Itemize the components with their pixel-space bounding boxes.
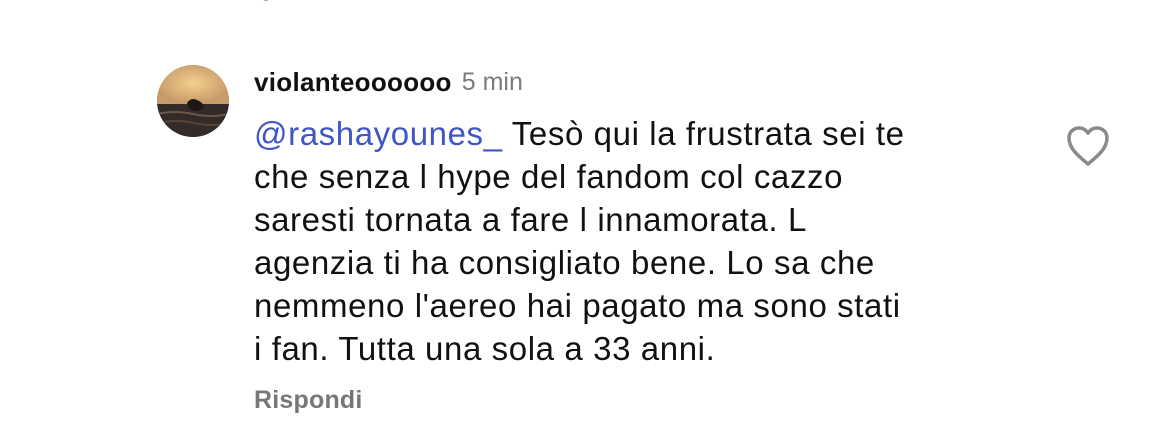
comment-body: violanteoooooo 5 min @rashayounes_ Tesò … xyxy=(254,62,1044,370)
comment-line: i fan. Tutta una sola a 33 anni. xyxy=(254,330,716,367)
comment-line: agenzia ti ha consigliato bene. Lo sa ch… xyxy=(254,244,875,281)
avatar[interactable] xyxy=(157,65,229,137)
fragment-dot xyxy=(262,0,270,1)
username[interactable]: violanteoooooo xyxy=(254,67,452,98)
comment-line: saresti tornata a fare l innamorata. L xyxy=(254,201,807,238)
reply-button[interactable]: Rispondi xyxy=(254,386,363,415)
previous-comment-fragment xyxy=(262,0,298,4)
profile-photo-avatar-image xyxy=(157,65,229,137)
comment-line-text: Tesò qui la frustrata sei te xyxy=(502,115,905,152)
comment-item: violanteoooooo 5 min @rashayounes_ Tesò … xyxy=(157,62,1147,432)
heart-outline-icon xyxy=(1067,126,1109,166)
comment-line: che senza l hype del fandom col cazzo xyxy=(254,158,844,195)
timestamp: 5 min xyxy=(461,67,523,96)
comment-text: @rashayounes_ Tesò qui la frustrata sei … xyxy=(254,112,1044,370)
mention-link[interactable]: @rashayounes_ xyxy=(254,115,503,152)
comment-line: nemmeno l'aereo hai pagato ma sono stati xyxy=(254,287,901,324)
comment-line: @rashayounes_ Tesò qui la frustrata sei … xyxy=(254,112,1044,155)
like-button[interactable] xyxy=(1062,122,1114,170)
comment-meta: violanteoooooo 5 min xyxy=(254,62,1044,102)
